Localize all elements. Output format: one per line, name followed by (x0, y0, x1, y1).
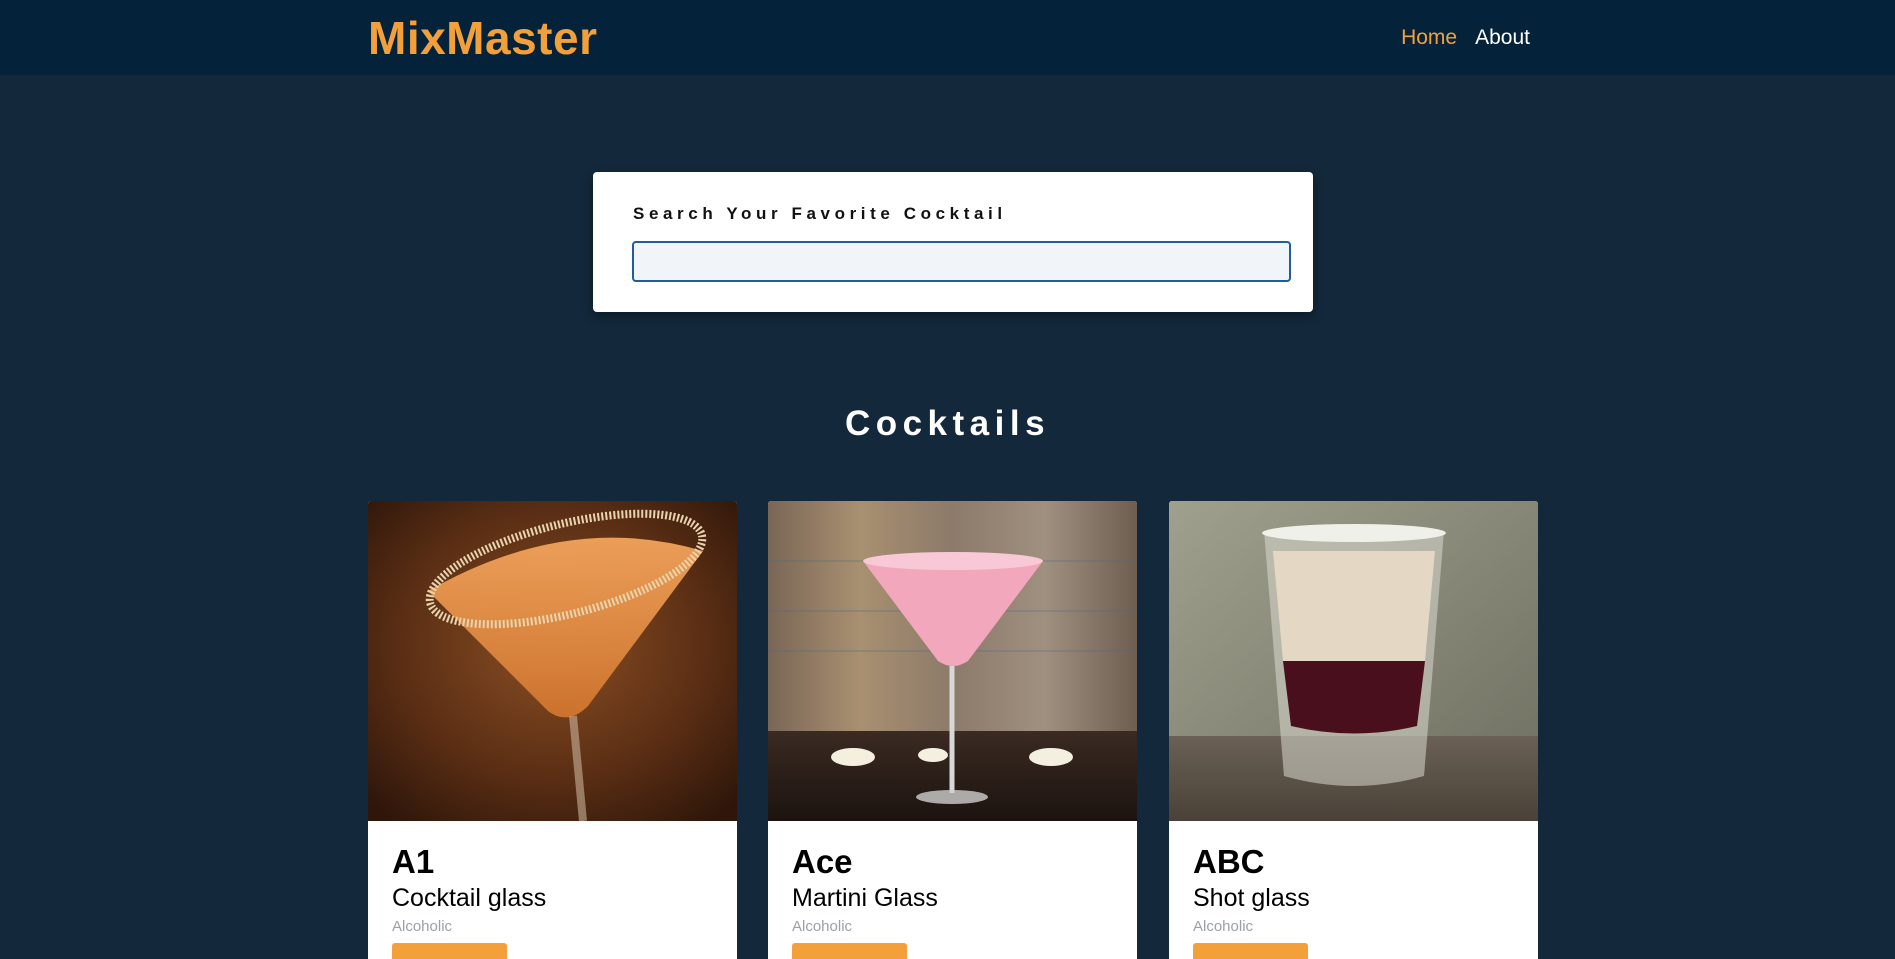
cocktail-card[interactable]: A1 Cocktail glass Alcoholic DETAILS (368, 501, 737, 959)
cocktail-image[interactable] (368, 501, 737, 821)
nav-link-home[interactable]: Home (1401, 26, 1457, 50)
cocktail-info: A1 Cocktail glass Alcoholic (392, 845, 546, 934)
cocktail-glass: Shot glass (1193, 884, 1310, 912)
cocktail-card[interactable]: Ace Martini Glass Alcoholic DETAILS (768, 501, 1137, 959)
nav-links: Home About (1401, 26, 1530, 50)
cocktail-type: Alcoholic (1193, 918, 1254, 935)
cocktail-glass-photo (1169, 501, 1538, 821)
cocktail-name: A1 (392, 843, 435, 880)
search-input[interactable] (632, 241, 1291, 282)
navbar-inner: MixMaster Home About (368, 0, 1530, 75)
details-button[interactable]: DETAILS (1193, 943, 1308, 959)
logo[interactable]: MixMaster (368, 11, 597, 65)
cocktail-glass: Cocktail glass (392, 884, 547, 912)
cocktail-list: A1 Cocktail glass Alcoholic DETAILS (368, 501, 1538, 959)
details-button[interactable]: DETAILS (792, 943, 907, 959)
cocktail-type: Alcoholic (392, 918, 453, 935)
cocktail-image[interactable] (1169, 501, 1538, 821)
cocktail-glass-photo (768, 501, 1137, 821)
nav-link-about[interactable]: About (1475, 26, 1530, 50)
cocktail-name: ABC (1193, 843, 1265, 880)
cocktail-name: Ace (792, 843, 853, 880)
cocktail-info: Ace Martini Glass Alcoholic (792, 845, 938, 934)
search-form: Search Your Favorite Cocktail (593, 172, 1313, 312)
cocktail-glass-photo (368, 501, 737, 821)
search-label: Search Your Favorite Cocktail (633, 204, 1007, 223)
cocktail-image[interactable] (768, 501, 1137, 821)
details-button[interactable]: DETAILS (392, 943, 507, 959)
cocktail-info: ABC Shot glass Alcoholic (1193, 845, 1310, 934)
navbar: MixMaster Home About (0, 0, 1895, 75)
cocktail-type: Alcoholic (792, 918, 853, 935)
cocktail-card[interactable]: ABC Shot glass Alcoholic DETAILS (1169, 501, 1538, 959)
cocktail-glass: Martini Glass (792, 884, 938, 912)
section-title: Cocktails (844, 404, 1051, 443)
